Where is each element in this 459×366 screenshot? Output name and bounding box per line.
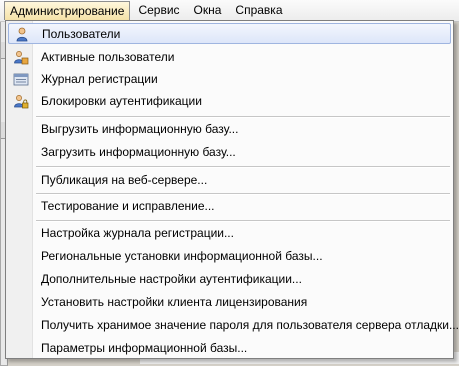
menu-item-licensing-client-settings[interactable]: Установить настройки клиента лицензирова… xyxy=(8,292,451,313)
menu-item-label: Пользователи xyxy=(42,27,121,41)
menu-item-event-log-settings[interactable]: Настройка журнала регистрации... xyxy=(8,223,451,244)
menu-item-label: Публикация на веб-сервере... xyxy=(41,173,208,187)
menu-item-import-infobase[interactable]: Загрузить информационную базу... xyxy=(8,142,451,163)
menu-item-testing-repair[interactable]: Тестирование и исправление... xyxy=(8,196,451,217)
menu-item-label: Выгрузить информационную базу... xyxy=(41,122,239,136)
menu-item-event-log[interactable]: Журнал регистрации xyxy=(8,69,451,90)
menu-item-users[interactable]: Пользователи xyxy=(8,23,451,44)
menu-item-label: Журнал регистрации xyxy=(41,72,158,86)
menu-item-debug-server-password[interactable]: Получить хранимое значение пароля для по… xyxy=(8,315,459,336)
menu-item-label: Региональные установки информационной ба… xyxy=(41,249,323,263)
menu-administration[interactable]: Администрирование xyxy=(4,1,131,20)
administration-dropdown-menu: Пользователи Активные пользователи Журна… xyxy=(5,20,459,359)
menu-item-label: Активные пользователи xyxy=(41,50,175,64)
menu-item-infobase-parameters[interactable]: Параметры информационной базы... xyxy=(8,338,451,359)
menu-item-regional-settings[interactable]: Региональные установки информационной ба… xyxy=(8,246,451,267)
menu-item-label: Параметры информационной базы... xyxy=(41,341,248,355)
menu-item-label: Настройка журнала регистрации... xyxy=(41,226,234,240)
menu-item-auth-locks[interactable]: Блокировки аутентификации xyxy=(8,91,451,112)
menu-separator xyxy=(36,166,450,168)
menu-item-label: Загрузить информационную базу... xyxy=(41,145,236,159)
menu-separator xyxy=(36,220,450,222)
event-log-icon xyxy=(13,73,29,86)
menu-item-label: Установить настройки клиента лицензирова… xyxy=(41,295,308,309)
menu-item-label: Блокировки аутентификации xyxy=(41,94,202,108)
menu-help[interactable]: Справка xyxy=(229,1,288,20)
menu-item-auth-settings[interactable]: Дополнительные настройки аутентификации.… xyxy=(8,269,451,290)
menu-item-label: Дополнительные настройки аутентификации.… xyxy=(41,272,302,286)
menu-item-export-infobase[interactable]: Выгрузить информационную базу... xyxy=(8,119,451,140)
auth-lock-icon xyxy=(14,95,29,109)
menu-item-label: Получить хранимое значение пароля для по… xyxy=(41,318,459,332)
user-icon xyxy=(16,27,28,42)
menu-separator xyxy=(36,116,450,118)
active-users-icon xyxy=(14,51,29,65)
menu-bar: Администрирование Сервис Окна Справка xyxy=(0,0,459,22)
menu-separator xyxy=(36,193,450,195)
menu-item-label: Тестирование и исправление... xyxy=(41,199,215,213)
menu-service[interactable]: Сервис xyxy=(132,1,185,20)
menu-item-active-users[interactable]: Активные пользователи xyxy=(8,47,451,68)
menu-item-web-publishing[interactable]: Публикация на веб-сервере... xyxy=(8,170,451,191)
menu-windows[interactable]: Окна xyxy=(188,1,228,20)
